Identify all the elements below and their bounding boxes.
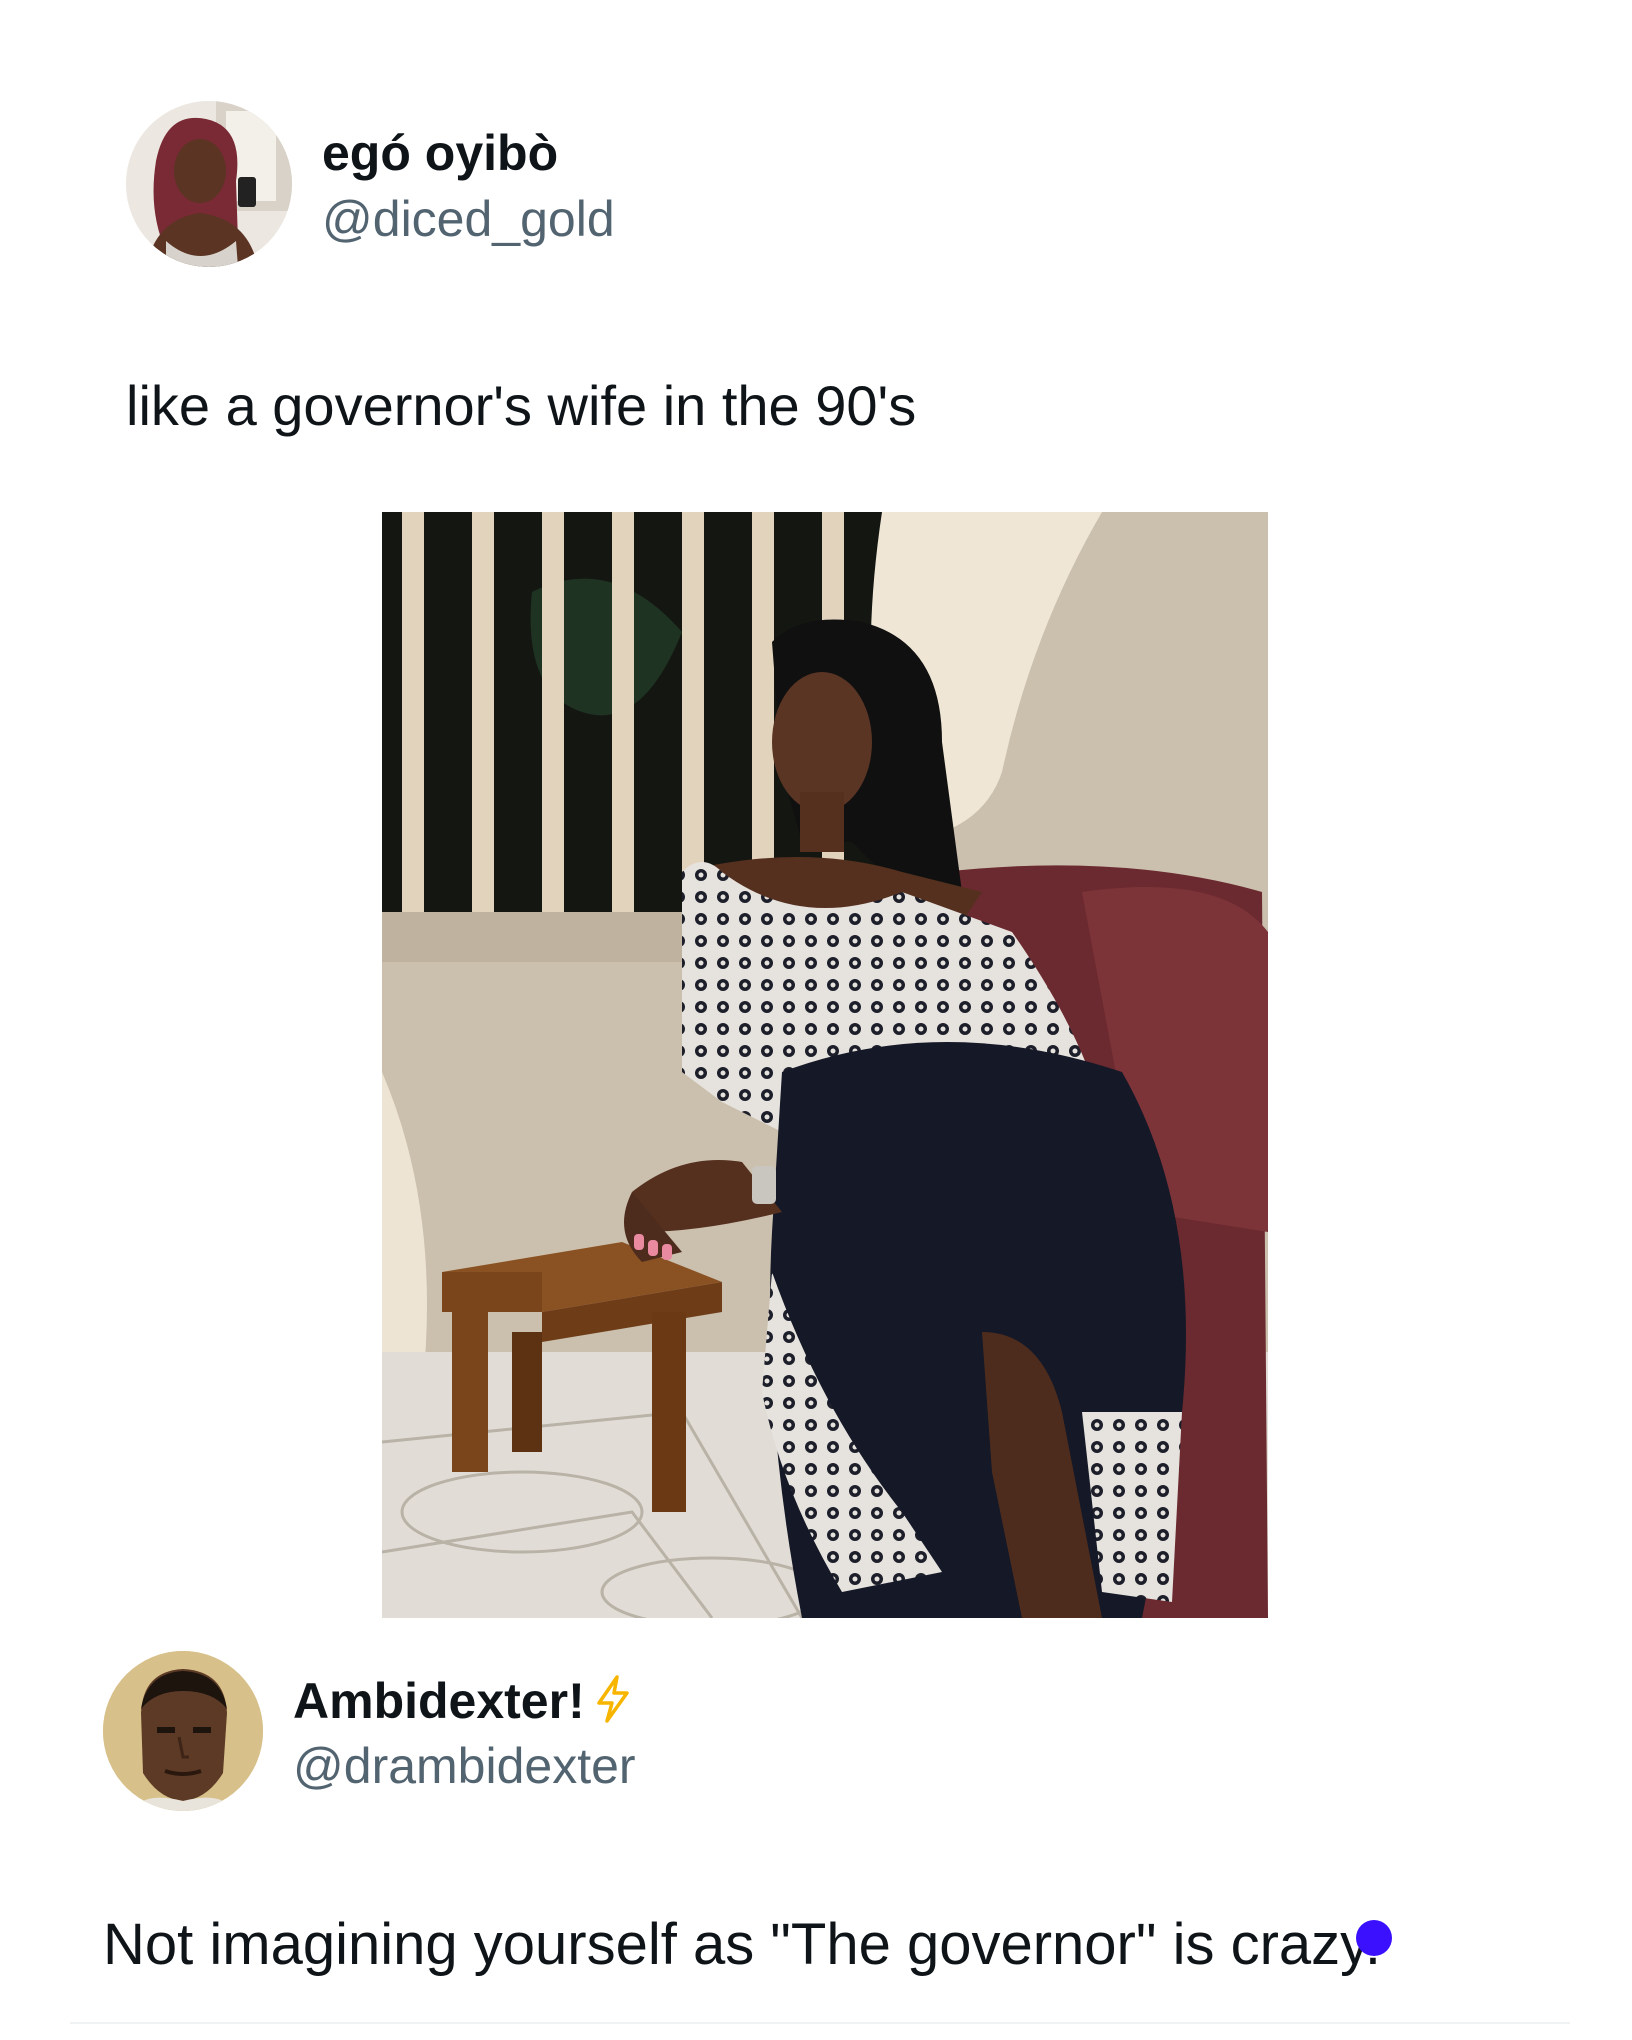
lightning-bolt-icon (595, 1674, 631, 1728)
reply-author-avatar-image (103, 1651, 263, 1811)
author-display-name[interactable]: egó oyibò (322, 124, 558, 182)
tweet-text: like a governor's wife in the 90's (126, 374, 917, 437)
author-avatar[interactable] (126, 101, 292, 267)
photo-woman-seated-in-patterned-dress (382, 512, 1268, 1618)
reply-author-display-name[interactable]: Ambidexter! (293, 1672, 585, 1730)
reply-text: Not imagining yourself as "The governor"… (103, 1912, 1381, 1977)
author-avatar-image (126, 101, 292, 267)
reply-author-handle[interactable]: @drambidexter (293, 1737, 636, 1795)
divider (70, 2022, 1570, 2024)
reply-author-avatar[interactable] (103, 1651, 263, 1811)
tweet-photo[interactable] (382, 512, 1268, 1618)
author-handle[interactable]: @diced_gold (322, 190, 615, 248)
reply-author-name-row: Ambidexter! (293, 1672, 631, 1730)
marker-dot (1356, 1920, 1392, 1956)
